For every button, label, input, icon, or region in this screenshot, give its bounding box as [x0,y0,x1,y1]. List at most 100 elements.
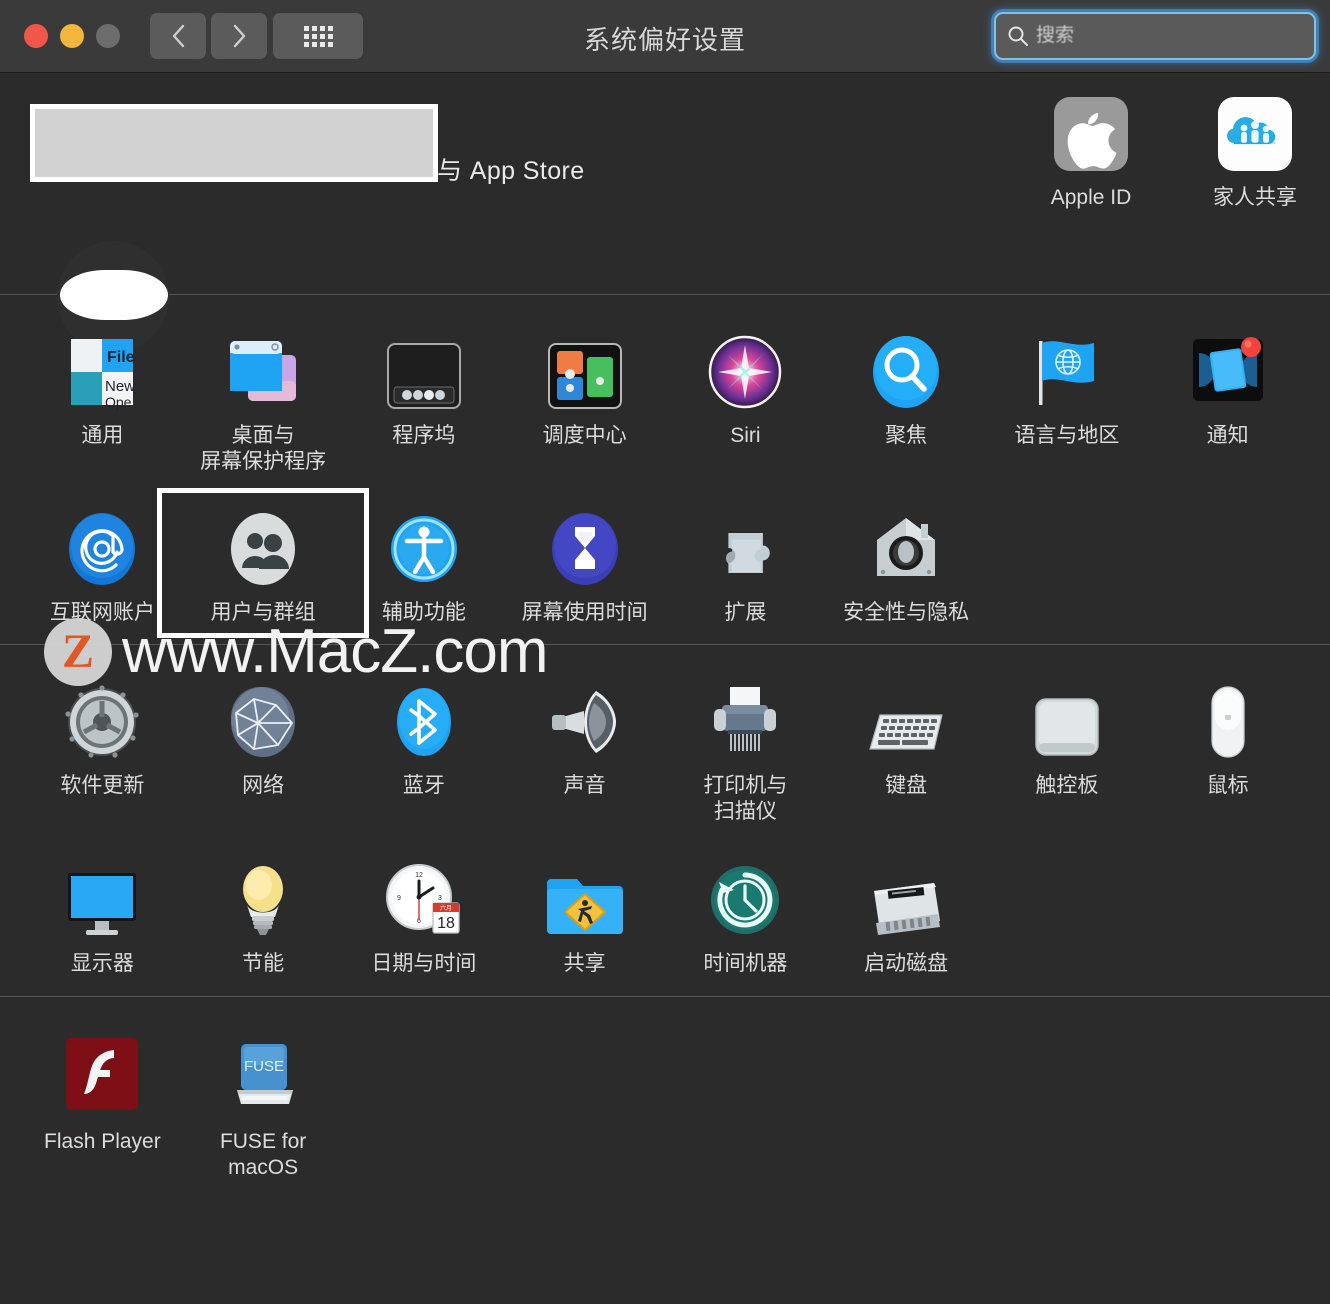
keyboard-icon [864,677,948,761]
screen-time-icon [546,504,624,588]
dock-icon [385,327,463,411]
energy-saver-icon [233,855,293,939]
pane-energy-saver[interactable]: 节能 [183,849,344,977]
pane-label: 用户与群组 [210,600,316,624]
svg-text:12: 12 [415,872,423,879]
pane-language-region[interactable]: 语言与地区 [987,321,1148,476]
printers-scanners-icon [706,677,784,761]
date-time-icon: 12 3 69 六月 18 [383,855,465,939]
pane-row-3: 软件更新 网络 蓝牙 声音 打印机与 扫描仪 键盘 触控板 鼠标 [22,671,1308,826]
pane-label: 聚焦 [885,424,928,447]
software-update-icon [63,677,141,761]
pane-notifications[interactable]: 通知 [1147,321,1308,476]
pane-label: 通知 [1206,424,1249,447]
search-input[interactable] [1036,25,1304,47]
pane-date-time[interactable]: 12 3 69 六月 18 日期与时间 [344,849,505,977]
pane-label: 节能 [242,952,285,976]
pane-mission-control[interactable]: 调度中心 [504,321,665,476]
pane-label: 桌面与 屏幕保护程序 [200,424,327,474]
system-panes-section-b: 软件更新 网络 蓝牙 声音 打印机与 扫描仪 键盘 触控板 鼠标 显示器 节能 … [0,645,1330,996]
search-field[interactable] [994,12,1316,60]
pane-dock[interactable]: 程序坞 [344,321,505,476]
pane-label: 扩展 [724,600,767,624]
svg-text:Ope: Ope [105,394,132,410]
pane-startup-disk[interactable]: 启动磁盘 [826,849,987,977]
pane-label: 调度中心 [542,424,627,447]
internet-accounts-icon [63,504,141,588]
pane-network[interactable]: 网络 [183,671,344,826]
pane-extensions[interactable]: 扩展 [665,498,826,626]
pane-family-sharing[interactable]: 家人共享 [1200,95,1310,211]
pane-label: Flash Player [44,1129,161,1153]
pane-label: 时间机器 [703,952,788,976]
trackpad-icon [1028,677,1106,761]
pane-label: 鼠标 [1206,773,1249,797]
pane-apple-id[interactable]: Apple ID [1036,95,1146,211]
banner-label: 与 App Store [437,157,585,185]
pane-label: 语言与地区 [1014,424,1120,447]
svg-text:File: File [107,349,135,366]
sound-icon [544,677,626,761]
accessibility-icon [385,504,463,588]
pane-label: 软件更新 [60,773,145,797]
flash-player-icon [62,1031,142,1117]
redaction-overlay [30,104,438,182]
pane-general[interactable]: File New Ope 通用 [22,321,183,476]
pane-row-third-party: Flash Player FUSE FUSE for macOS [22,1025,1308,1182]
mouse-icon [1204,677,1252,761]
pane-trackpad[interactable]: 触控板 [987,671,1148,826]
users-groups-icon [224,504,302,588]
pane-label: 共享 [563,952,606,976]
family-sharing-icon [1216,95,1294,173]
mission-control-icon [546,327,624,411]
third-party-panes-section: Flash Player FUSE FUSE for macOS [0,997,1330,1202]
pane-time-machine[interactable]: 时间机器 [665,849,826,977]
pane-desktop-screensaver[interactable]: 桌面与 屏幕保护程序 [183,321,344,476]
pane-label: 声音 [563,773,606,797]
general-icon: File New Ope [63,327,141,411]
network-icon [224,677,302,761]
apple-logo-icon [1052,95,1130,173]
pane-security-privacy[interactable]: 安全性与隐私 [826,498,987,626]
pane-displays[interactable]: 显示器 [22,849,183,977]
time-machine-icon [706,855,784,939]
pane-keyboard[interactable]: 键盘 [826,671,987,826]
pane-row-4: 显示器 节能 12 3 6 9 六月 18 日期与时间 共享 时间机器 启动磁盘 [22,849,1308,977]
svg-text:New: New [105,378,135,395]
pane-label: Siri [730,424,761,447]
pane-label: Apple ID [1050,186,1132,209]
siri-icon [706,327,784,411]
pane-software-update[interactable]: 软件更新 [22,671,183,826]
pane-users-groups[interactable]: 用户与群组 [183,498,344,626]
pane-sound[interactable]: 声音 [504,671,665,826]
fuse-macos-icon: FUSE [223,1031,303,1117]
pane-spotlight[interactable]: 聚焦 [826,321,987,476]
pane-bluetooth[interactable]: 蓝牙 [344,671,505,826]
pane-label: 辅助功能 [381,600,466,624]
pane-label: 互联网账户 [49,600,155,624]
pane-flash-player[interactable]: Flash Player [22,1025,183,1182]
pane-label: 蓝牙 [402,773,445,797]
pane-siri[interactable]: Siri [665,321,826,476]
pane-label: 家人共享 [1213,186,1297,209]
sharing-icon [545,855,625,939]
pane-row-2: 互联网账户 用户与群组 辅助功能 屏幕使用时间 扩展 安全性与隐私 [22,498,1308,626]
pane-printers-scanners[interactable]: 打印机与 扫描仪 [665,671,826,826]
displays-icon [62,855,142,939]
pane-label: 程序坞 [392,424,456,447]
svg-text:18: 18 [437,915,455,932]
pane-accessibility[interactable]: 辅助功能 [344,498,505,626]
svg-text:3: 3 [438,895,442,902]
pane-screen-time[interactable]: 屏幕使用时间 [504,498,665,626]
pane-label: 显示器 [70,952,134,976]
pane-fuse-macos[interactable]: FUSE FUSE for macOS [183,1025,344,1182]
pane-label: 日期与时间 [371,952,477,976]
pane-row-1: File New Ope 通用 桌面与 屏幕保护程序 程序坞 调度中心 Siri… [22,321,1308,476]
window-titlebar: 系统偏好设置 [0,0,1330,73]
notifications-icon [1189,327,1267,411]
pane-label: 屏幕使用时间 [521,600,648,624]
pane-sharing[interactable]: 共享 [504,849,665,977]
desktop-screensaver-icon [222,327,304,411]
banner-tiles: Apple ID 家人共享 [1036,95,1310,211]
pane-mouse[interactable]: 鼠标 [1147,671,1308,826]
